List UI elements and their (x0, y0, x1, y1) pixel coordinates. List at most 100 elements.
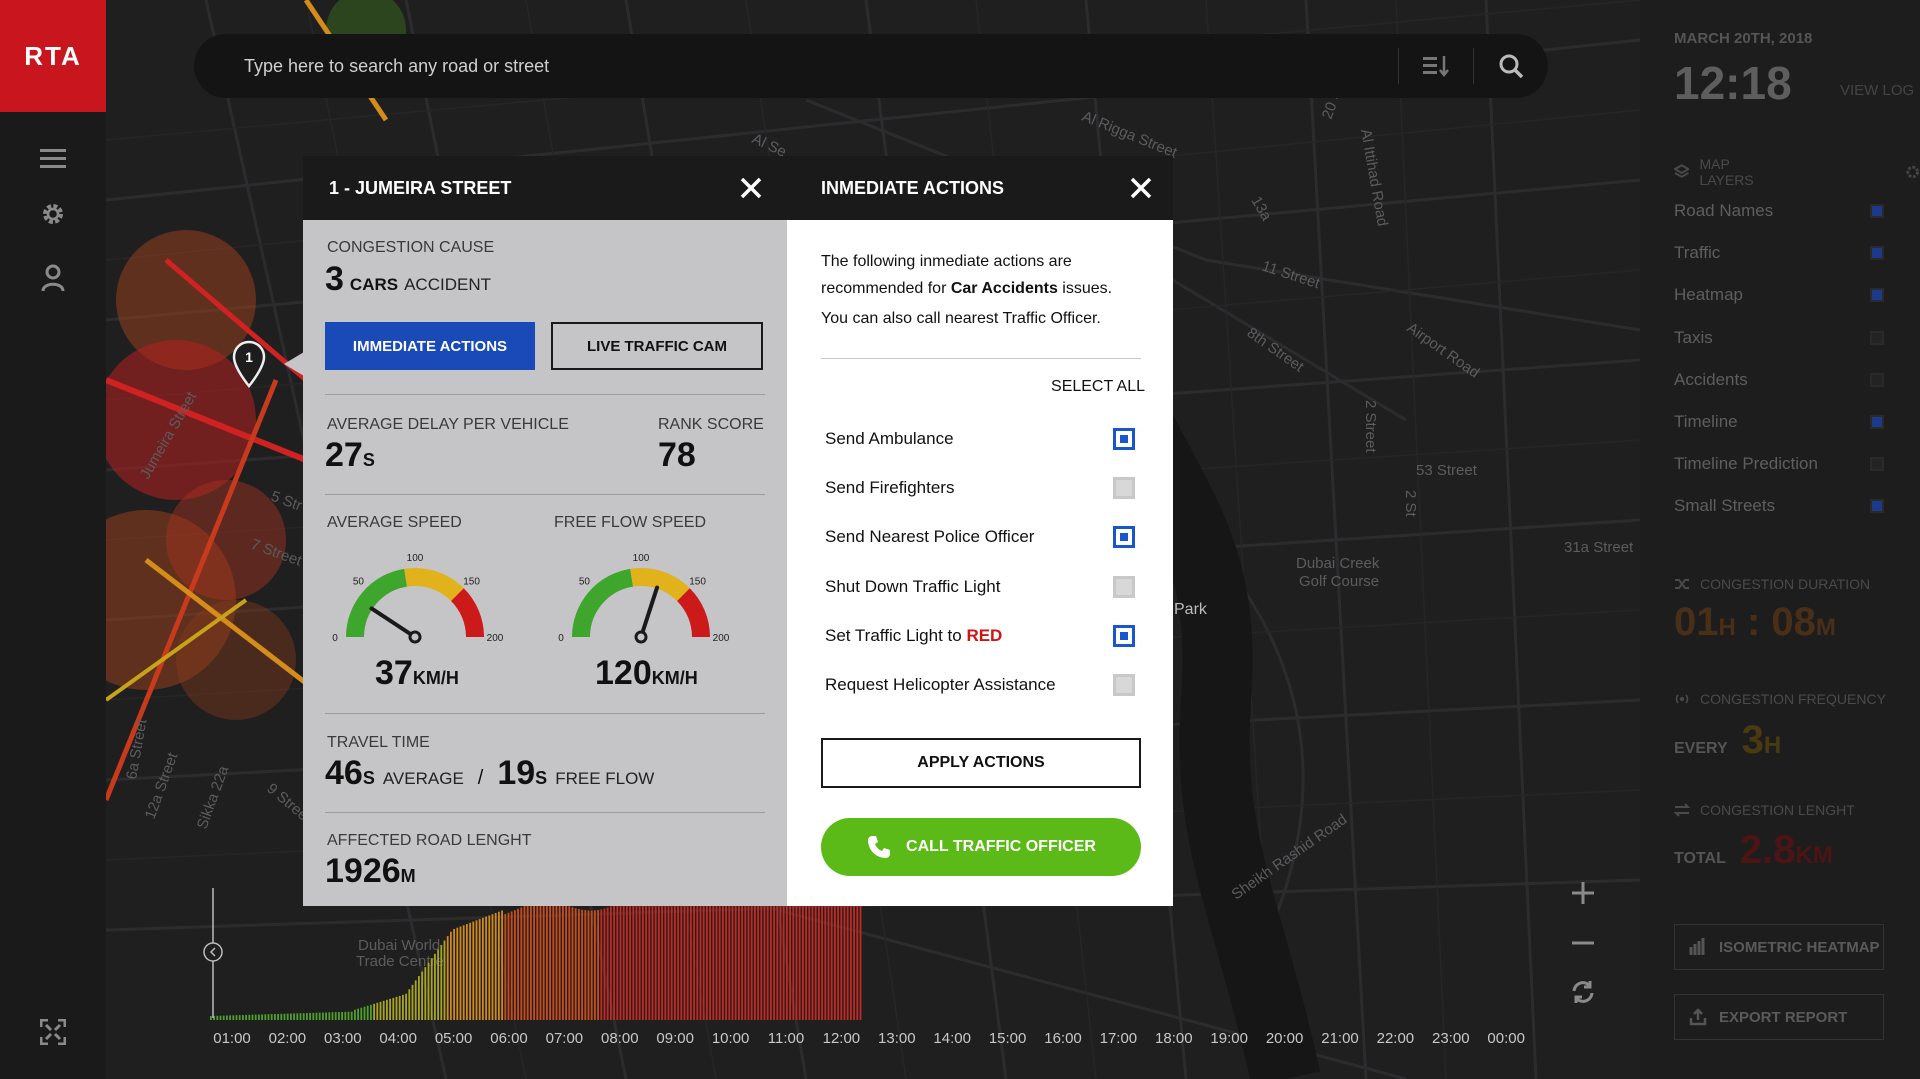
timeline-bar (661, 897, 663, 1020)
cause-count: 3 (325, 260, 344, 298)
action-checkbox[interactable] (1113, 575, 1135, 598)
select-all-button[interactable]: SELECT ALL (1051, 378, 1145, 396)
action-row[interactable]: Send Firefighters (825, 475, 1135, 501)
gear-icon[interactable] (37, 198, 69, 230)
timeline-bar (645, 895, 647, 1020)
layer-row[interactable]: Small Streets (1674, 495, 1884, 517)
layer-checkbox[interactable] (1870, 246, 1884, 261)
free-flow-gauge: 0 50 100 150 200 (558, 553, 730, 644)
timeline-bar (552, 902, 555, 1020)
divider (325, 394, 765, 395)
timeline-bar (366, 1005, 369, 1020)
immediate-actions-button[interactable]: IMMEDIATE ACTIONS (325, 322, 535, 370)
timeline-handle[interactable] (200, 888, 226, 1018)
congestion-cause-value: 3 CARS ACCIDENT (325, 260, 491, 299)
layer-checkbox[interactable] (1870, 415, 1884, 429)
timeline-bar (338, 1012, 340, 1020)
timeline-bar (424, 967, 427, 1020)
timeline-bar (485, 916, 487, 1020)
timeline-bar (725, 894, 727, 1020)
action-row[interactable]: Set Traffic Light to RED (825, 623, 1135, 649)
layer-label: Traffic (1674, 243, 1721, 263)
layer-checkbox[interactable] (1870, 204, 1884, 218)
timeline-bar (446, 936, 449, 1020)
layer-checkbox[interactable] (1870, 372, 1884, 387)
timeline-bar (795, 897, 798, 1020)
timeline-bar (594, 910, 596, 1020)
map-marker[interactable]: 1 (232, 340, 266, 390)
action-checkbox[interactable] (1113, 624, 1135, 647)
timeline-bar (542, 901, 545, 1020)
timeline-bar (603, 908, 606, 1020)
timeline-hour-label: 17:00 (1099, 1030, 1138, 1047)
timeline-bar (498, 911, 500, 1020)
call-traffic-officer-button[interactable]: CALL TRAFFIC OFFICER (821, 818, 1141, 876)
layer-checkbox[interactable] (1870, 330, 1884, 345)
apply-actions-button[interactable]: APPLY ACTIONS (821, 738, 1141, 788)
timeline-hour-label: 09:00 (656, 1030, 694, 1047)
timeline-bar (558, 903, 561, 1020)
actions-description: The following inmediate actions are reco… (821, 248, 1151, 302)
action-row[interactable]: Send Nearest Police Officer (825, 524, 1135, 550)
zoom-in-button[interactable] (1568, 878, 1598, 908)
timeline-bar (709, 901, 711, 1020)
search-input[interactable] (244, 55, 1398, 77)
timeline-bar (526, 904, 529, 1020)
layer-row[interactable]: Timeline Prediction (1674, 453, 1884, 475)
action-checkbox[interactable] (1113, 477, 1135, 500)
layer-checkbox[interactable] (1870, 457, 1884, 472)
street-modal-header: 1 - JUMEIRA STREET (303, 156, 787, 220)
layer-checkbox[interactable] (1870, 288, 1884, 303)
close-icon (1130, 177, 1152, 199)
action-checkbox[interactable] (1113, 674, 1135, 696)
gauge-segment (676, 588, 710, 638)
timeline-bar (584, 910, 587, 1020)
close-actions-modal-button[interactable] (1129, 176, 1153, 200)
timeline-bar (600, 909, 603, 1020)
timeline-bar (555, 902, 558, 1020)
action-label-text: Set Traffic Light to (825, 625, 967, 645)
zoom-out-button[interactable] (1568, 928, 1598, 958)
action-row[interactable]: Shut Down Traffic Light (825, 574, 1135, 600)
gauge-hub (408, 630, 422, 644)
avg-delay-unit: S (362, 450, 375, 470)
timeline-hours: 01:00 02:00 03:00 04:00 05:00 06:00 07:00 08:00… (212, 1030, 1542, 1050)
timeline-bar (530, 903, 532, 1020)
layer-row[interactable]: Timeline (1674, 411, 1884, 433)
action-row[interactable]: Send Ambulance (825, 426, 1135, 452)
isometric-heatmap-button[interactable]: ISOMETRIC HEATMAP (1674, 924, 1884, 970)
timeline-bar (440, 944, 443, 1020)
rta-logo[interactable]: RTA (0, 0, 106, 112)
search-button[interactable] (1474, 34, 1548, 98)
layer-row[interactable]: Road Names (1674, 200, 1884, 222)
timeline-hour-label: 06:00 (490, 1030, 528, 1047)
duration-minutes-unit: M (1815, 614, 1836, 641)
layer-row[interactable]: Accidents (1674, 369, 1884, 391)
live-traffic-cam-button[interactable]: LIVE TRAFFIC CAM (551, 322, 763, 370)
travel-free-unit: S (535, 768, 548, 788)
menu-icon[interactable] (37, 143, 69, 175)
cause-text: ACCIDENT (404, 275, 491, 294)
export-report-label: EXPORT REPORT (1719, 1008, 1848, 1026)
filter-sort-button[interactable] (1399, 34, 1473, 98)
current-date: MARCH 20TH, 2018 (1674, 30, 1813, 47)
timeline-bar (293, 1013, 295, 1020)
action-checkbox[interactable] (1113, 526, 1135, 549)
view-log-link[interactable]: VIEW LOG (1840, 82, 1914, 99)
gauge-hub (634, 630, 648, 644)
layer-row[interactable]: Taxis (1674, 327, 1884, 349)
close-street-modal-button[interactable] (739, 176, 763, 200)
action-row[interactable]: Request Helicopter Assistance (825, 672, 1135, 698)
layers-settings-icon[interactable] (1905, 164, 1920, 180)
timeline-bar (523, 906, 526, 1020)
user-icon[interactable] (37, 262, 69, 294)
fullscreen-icon[interactable] (37, 1016, 69, 1048)
action-checkbox[interactable] (1113, 428, 1135, 450)
layer-row[interactable]: Traffic (1674, 242, 1884, 264)
layer-row[interactable]: Heatmap (1674, 284, 1884, 306)
layer-checkbox[interactable] (1870, 499, 1884, 514)
timeline-bar (786, 897, 788, 1020)
timeline-bar (830, 886, 833, 1020)
refresh-button[interactable] (1568, 977, 1598, 1007)
export-report-button[interactable]: EXPORT REPORT (1674, 994, 1884, 1040)
